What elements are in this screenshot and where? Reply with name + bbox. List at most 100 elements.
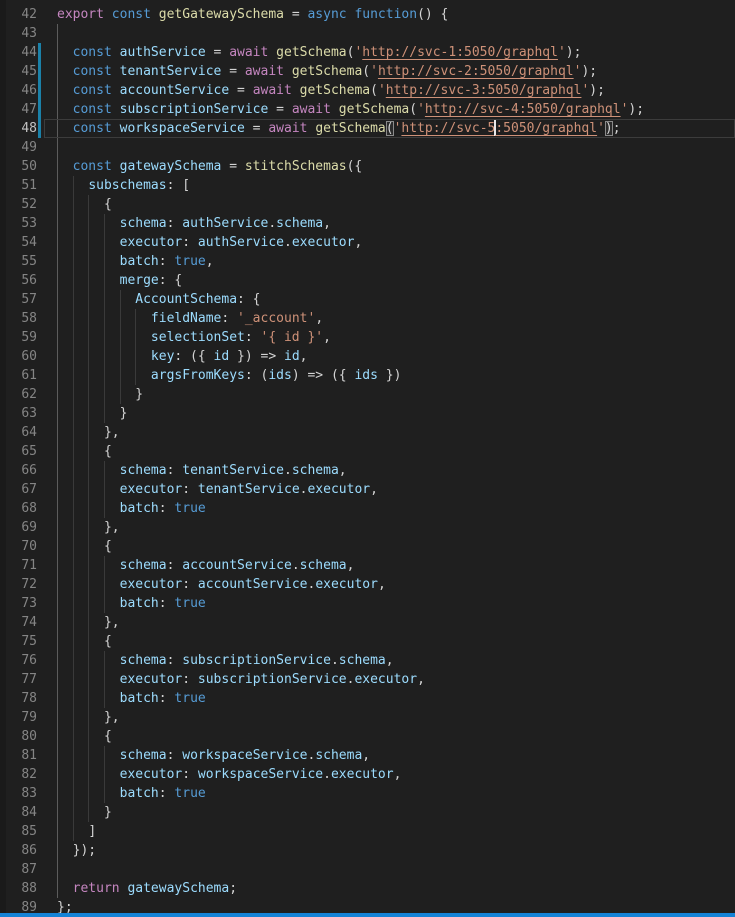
line-number[interactable]: 52 [21,195,37,214]
url-link[interactable]: :5050/graphql [495,121,597,136]
line-number[interactable]: 81 [21,746,37,765]
code-line[interactable]: 50 const gatewaySchema = stitchSchemas({ [0,157,735,176]
code-line[interactable]: 74 }, [0,613,735,632]
line-number[interactable]: 61 [21,366,37,385]
code-line[interactable]: 43 [0,24,735,43]
code-line[interactable]: 56 merge: { [0,271,735,290]
line-number[interactable]: 48 [21,119,37,138]
modified-lines-indicator[interactable] [38,100,41,119]
code-line[interactable]: 83 batch: true [0,784,735,803]
code-line[interactable]: 73 batch: true [0,594,735,613]
code-line[interactable]: 60 key: ({ id }) => id, [0,347,735,366]
line-number[interactable]: 43 [21,24,37,43]
code-line[interactable]: 49 [0,138,735,157]
line-number[interactable]: 65 [21,442,37,461]
line-number[interactable]: 64 [21,423,37,442]
code-line[interactable]: 81 schema: workspaceService.schema, [0,746,735,765]
code-line[interactable]: 54 executor: authService.executor, [0,233,735,252]
modified-lines-indicator[interactable] [38,62,41,81]
url-link[interactable]: http://svc-5 [401,121,495,136]
line-number[interactable]: 57 [21,290,37,309]
line-number[interactable]: 63 [21,404,37,423]
line-number[interactable]: 84 [21,803,37,822]
code-line[interactable]: 85 ] [0,822,735,841]
line-number[interactable]: 69 [21,518,37,537]
modified-lines-indicator[interactable] [38,119,41,138]
url-link[interactable]: http://svc-3:5050/graphql [386,83,582,98]
code-line[interactable]: 53 schema: authService.schema, [0,214,735,233]
code-line[interactable]: 52 { [0,195,735,214]
code-line[interactable]: 84 } [0,803,735,822]
line-number[interactable]: 59 [21,328,37,347]
line-number[interactable]: 45 [21,62,37,81]
line-number[interactable]: 73 [21,594,37,613]
code-line[interactable]: 57 AccountSchema: { [0,290,735,309]
line-number[interactable]: 51 [21,176,37,195]
line-number[interactable]: 49 [21,138,37,157]
code-line[interactable]: 79 }, [0,708,735,727]
line-number[interactable]: 53 [21,214,37,233]
line-number[interactable]: 54 [21,233,37,252]
line-number[interactable]: 83 [21,784,37,803]
code-line[interactable]: 51 subschemas: [ [0,176,735,195]
code-line[interactable]: 88 return gatewaySchema; [0,879,735,898]
modified-lines-indicator[interactable] [38,43,41,62]
line-number[interactable]: 56 [21,271,37,290]
code-line[interactable]: 71 schema: accountService.schema, [0,556,735,575]
code-line[interactable]: 82 executor: workspaceService.executor, [0,765,735,784]
code-line[interactable]: 62 } [0,385,735,404]
line-number[interactable]: 75 [21,632,37,651]
line-number[interactable]: 68 [21,499,37,518]
line-number[interactable]: 71 [21,556,37,575]
url-link[interactable]: http://svc-4:5050/graphql [425,102,621,117]
line-number[interactable]: 88 [21,879,37,898]
panel-sash[interactable] [0,913,735,917]
code-line[interactable]: 48 const workspaceService = await getSch… [0,119,735,138]
code-line[interactable]: 68 batch: true [0,499,735,518]
line-number[interactable]: 72 [21,575,37,594]
code-line[interactable]: 46 const accountService = await getSchem… [0,81,735,100]
line-number[interactable]: 78 [21,689,37,708]
code-line[interactable]: 75 { [0,632,735,651]
code-line[interactable]: 76 schema: subscriptionService.schema, [0,651,735,670]
line-number[interactable]: 85 [21,822,37,841]
code-line[interactable]: 61 argsFromKeys: (ids) => ({ ids }) [0,366,735,385]
code-line[interactable]: 59 selectionSet: '{ id }', [0,328,735,347]
code-line[interactable]: 67 executor: tenantService.executor, [0,480,735,499]
line-number[interactable]: 66 [21,461,37,480]
code-line[interactable]: 63 } [0,404,735,423]
modified-lines-indicator[interactable] [38,81,41,100]
code-line[interactable]: 42export const getGatewaySchema = async … [0,5,735,24]
line-number[interactable]: 47 [21,100,37,119]
line-number[interactable]: 70 [21,537,37,556]
line-number[interactable]: 67 [21,480,37,499]
code-line[interactable]: 87 [0,860,735,879]
line-number[interactable]: 86 [21,841,37,860]
line-number[interactable]: 58 [21,309,37,328]
code-line[interactable]: 45 const tenantService = await getSchema… [0,62,735,81]
code-line[interactable]: 86 }); [0,841,735,860]
url-link[interactable]: http://svc-1:5050/graphql [362,45,558,60]
code-line[interactable]: 44 const authService = await getSchema('… [0,43,735,62]
line-number[interactable]: 82 [21,765,37,784]
url-link[interactable]: http://svc-2:5050/graphql [378,64,574,79]
code-line[interactable]: 64 }, [0,423,735,442]
line-number[interactable]: 87 [21,860,37,879]
code-line[interactable]: 47 const subscriptionService = await get… [0,100,735,119]
code-line[interactable]: 80 { [0,727,735,746]
code-line[interactable]: 58 fieldName: '_account', [0,309,735,328]
code-line[interactable]: 72 executor: accountService.executor, [0,575,735,594]
line-number[interactable]: 46 [21,81,37,100]
line-number[interactable]: 55 [21,252,37,271]
line-number[interactable]: 60 [21,347,37,366]
line-number[interactable]: 44 [21,43,37,62]
line-number[interactable]: 74 [21,613,37,632]
line-number[interactable]: 80 [21,727,37,746]
code-line[interactable]: 70 { [0,537,735,556]
code-line[interactable]: 78 batch: true [0,689,735,708]
line-number[interactable]: 76 [21,651,37,670]
code-line[interactable]: 66 schema: tenantService.schema, [0,461,735,480]
code-line[interactable]: 55 batch: true, [0,252,735,271]
line-number[interactable]: 79 [21,708,37,727]
line-number[interactable]: 77 [21,670,37,689]
